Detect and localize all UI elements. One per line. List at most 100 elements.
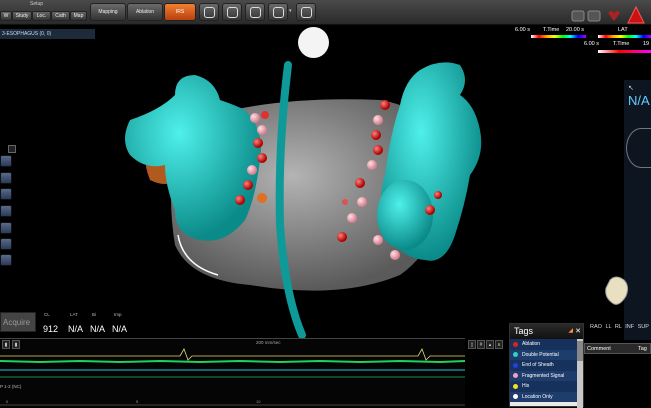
tag-label: End of Sheath	[522, 362, 554, 368]
tags-popup[interactable]: Tags ◢ ✕ Ablation Double Potential End o…	[509, 323, 584, 408]
setup-group: Setup W Study Loc. Cath Map	[0, 0, 88, 25]
tag-label: Double Potential	[522, 351, 559, 358]
tags-list: Ablation Double Potential End of Sheath …	[510, 339, 579, 402]
imp-header: Imp	[114, 312, 122, 317]
monitor-icon	[301, 7, 312, 18]
tag-dot-icon	[513, 362, 518, 368]
left-panel-toggle[interactable]	[8, 145, 16, 153]
left-tool-4[interactable]	[0, 205, 12, 217]
left-tool-1[interactable]	[0, 155, 12, 167]
tab-study[interactable]: Study	[12, 11, 32, 21]
irs-button[interactable]: IRS	[164, 3, 196, 21]
left-tool-2[interactable]	[0, 172, 12, 184]
ecg-grid-mark-0: 0	[6, 399, 9, 404]
list-mark-icon[interactable]: ∧	[495, 340, 503, 349]
list-number-icon[interactable]: #	[477, 340, 485, 349]
tab-cath[interactable]: Cath	[51, 11, 70, 21]
list-sort-icon[interactable]: ▴	[486, 340, 494, 349]
left-tool-5[interactable]	[0, 222, 12, 234]
ablation-button[interactable]: Ablation	[127, 3, 163, 21]
left-tool-6[interactable]	[0, 238, 12, 250]
settings-icon[interactable]	[571, 10, 585, 22]
ecg-trace-2	[0, 359, 465, 364]
list-panel-buttons: ▯ # ▴ ∧	[468, 340, 510, 350]
heart-status-icon	[608, 11, 620, 21]
monitor-icon-button[interactable]	[296, 3, 316, 21]
comment-column-header: Comment Tag	[584, 343, 651, 354]
tag-item-location-only[interactable]: Location Only	[510, 391, 579, 402]
tab-loc[interactable]: Loc.	[32, 11, 51, 21]
comment-column[interactable]: Comment	[587, 344, 611, 354]
tag-item-double-potential[interactable]: Double Potential	[510, 349, 579, 360]
heart-orientation-icon[interactable]	[604, 272, 632, 308]
setup-label: Setup	[30, 1, 44, 7]
tag-dot-icon	[513, 373, 518, 378]
collapse-arrow-icon[interactable]: ↖	[628, 84, 634, 92]
legend-colorbar-1	[531, 35, 586, 38]
tag-label: Fragmented Signal	[522, 372, 565, 379]
ecg-grid-mark-5: 5	[136, 399, 139, 404]
tag-dot-icon	[513, 383, 518, 389]
system-icons	[571, 5, 645, 24]
legend-mode: LAT	[618, 27, 628, 33]
legend-colorbar-lat	[598, 35, 651, 38]
tag-label: Ablation	[522, 341, 541, 347]
dropdown-arrow-icon[interactable]: ▾	[289, 8, 292, 14]
tab-w[interactable]: W	[0, 11, 12, 21]
display-icon[interactable]	[587, 10, 601, 22]
main-toolbar: Setup W Study Loc. Cath Map Mapping Abla…	[0, 0, 651, 25]
tag-column[interactable]: Tag	[638, 344, 647, 354]
bi-header: Bi	[92, 312, 97, 317]
legend-value-2: 19	[643, 41, 650, 47]
heart-icon	[204, 7, 215, 18]
tags-scrollbar[interactable]	[577, 339, 583, 408]
legend-time-1: 6.00 s	[515, 27, 530, 33]
warning-icon[interactable]	[627, 5, 645, 24]
tags-title: Tags	[514, 326, 534, 336]
ecg-scale-label: 200 mm/sec	[256, 340, 281, 345]
orientation-compass[interactable]	[626, 128, 651, 168]
ecg-trace-1	[0, 348, 465, 361]
left-tool-7[interactable]	[0, 254, 12, 266]
heart-icon-button[interactable]	[199, 3, 219, 21]
orientation-label: N/A	[628, 93, 650, 108]
imp-value: N/A	[112, 324, 128, 334]
tag-item-ablation[interactable]: Ablation	[510, 339, 579, 350]
ecg-channel-label: P 1-2 (NC)	[0, 384, 22, 389]
cl-header: CL	[44, 312, 50, 317]
ecg-grid-mark-10: 10	[256, 399, 261, 404]
lat-header: LAT	[70, 312, 78, 317]
bi-value: N/A	[90, 324, 106, 334]
list-toggle-icon[interactable]: ▯	[468, 340, 476, 349]
lat-value: N/A	[68, 324, 84, 334]
tab-map[interactable]: Map	[70, 11, 87, 21]
window-icon	[250, 7, 261, 18]
left-tool-3[interactable]	[0, 188, 12, 200]
anatomy-map[interactable]	[0, 40, 624, 338]
shell-icon	[227, 7, 238, 18]
screen-icon-button[interactable]	[268, 3, 288, 21]
mapping-button[interactable]: Mapping	[90, 3, 126, 21]
close-icon[interactable]: ✕	[575, 324, 581, 339]
tag-dot-icon	[513, 341, 518, 347]
tag-item-end-of-sheath[interactable]: End of Sheath	[510, 360, 579, 371]
screen-icon	[273, 7, 284, 18]
tag-label: Location Only	[522, 393, 553, 400]
tag-item-his[interactable]: His	[510, 381, 579, 392]
tags-scroll-thumb[interactable]	[577, 341, 583, 361]
tag-dot-icon	[513, 352, 518, 357]
tag-label: His	[522, 383, 530, 389]
map-title: 3-ESOPHAGUS (0, 0)	[0, 29, 95, 39]
left-pulmonary-vein	[125, 75, 261, 241]
shell-icon-button[interactable]	[222, 3, 242, 21]
cl-value: 912	[43, 324, 59, 334]
tag-item-fragmented-signal[interactable]: Fragmented Signal	[510, 370, 579, 381]
tags-header: Tags ◢ ✕	[510, 324, 583, 339]
acquire-button[interactable]: Acquire	[0, 312, 36, 332]
view-presets[interactable]: RAO LL RL INF SUP	[590, 324, 649, 330]
pin-icon[interactable]: ◢	[568, 324, 573, 339]
tag-dot-icon	[513, 394, 518, 399]
legend-value-1: 20.00 s	[566, 27, 585, 33]
window-icon-button[interactable]	[245, 3, 265, 21]
data-panel: CL LAT Bi Imp 912 N/A N/A N/A	[40, 310, 150, 338]
